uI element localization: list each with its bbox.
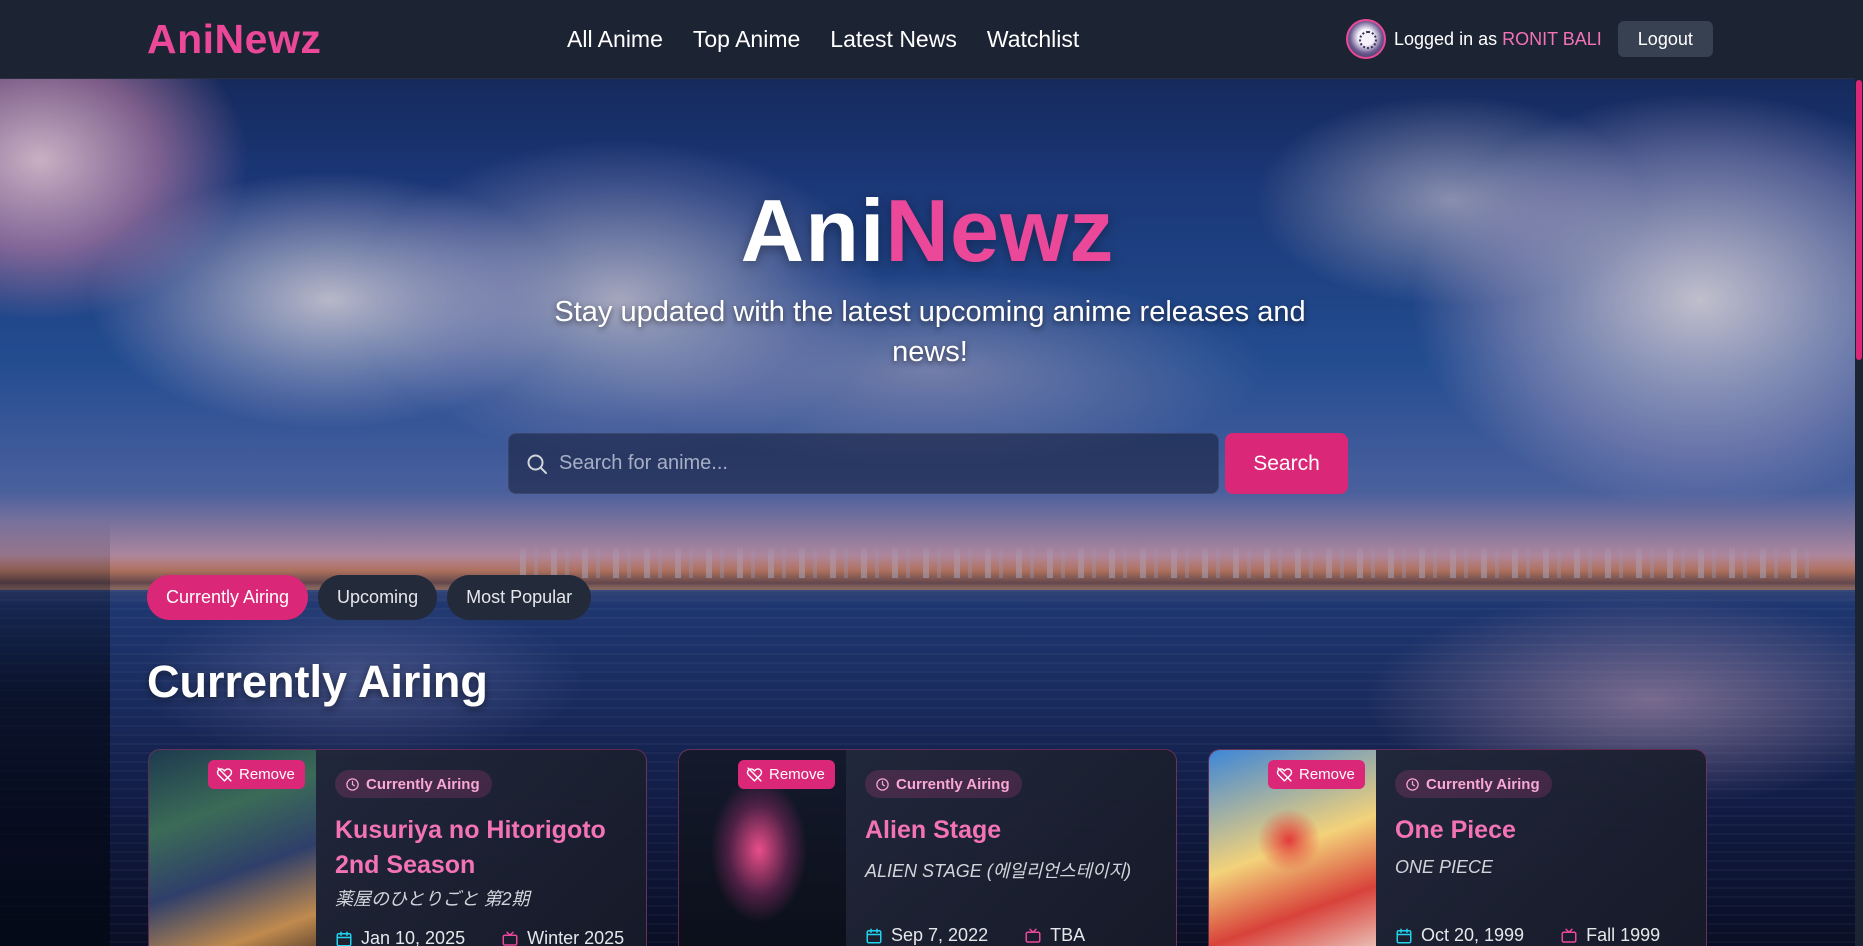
air-date: Jan 10, 2025 [335, 928, 465, 946]
tab-upcoming[interactable]: Upcoming [318, 575, 438, 620]
tv-icon [502, 931, 518, 946]
nav-link-latest-news[interactable]: Latest News [830, 26, 957, 53]
status-label: Currently Airing [1426, 775, 1540, 793]
hero-title-ani: Ani [740, 181, 886, 280]
anime-meta: Oct 20, 1999 Fall 1999 [1395, 925, 1660, 946]
hero-title: AniNewz [0, 180, 1855, 282]
anime-title[interactable]: One Piece [1395, 813, 1695, 848]
anime-card[interactable]: Remove Currently Airing Alien Stage ALIE… [678, 749, 1177, 946]
scrollbar-thumb[interactable] [1856, 80, 1862, 360]
remove-label: Remove [1299, 766, 1355, 783]
section-title: Currently Airing [147, 656, 488, 707]
remove-button[interactable]: Remove [738, 760, 835, 789]
season: Winter 2025 [501, 928, 624, 946]
season-value: Fall 1999 [1586, 925, 1661, 945]
air-date-value: Jan 10, 2025 [361, 928, 466, 946]
status-label: Currently Airing [366, 775, 480, 793]
season: TBA [1024, 925, 1085, 946]
remove-button[interactable]: Remove [208, 760, 305, 789]
nav-link-top-anime[interactable]: Top Anime [693, 26, 800, 53]
heart-off-icon [216, 767, 233, 782]
top-navbar: AniNewz All Anime Top Anime Latest News … [0, 0, 1863, 79]
clock-icon [876, 777, 889, 791]
nav-link-watchlist[interactable]: Watchlist [987, 26, 1079, 53]
tab-currently-airing[interactable]: Currently Airing [147, 575, 309, 620]
search-input[interactable] [559, 434, 1209, 493]
anime-card[interactable]: Remove Currently Airing One Piece ONE PI… [1208, 749, 1707, 946]
calendar-icon [866, 928, 882, 943]
remove-button[interactable]: Remove [1268, 760, 1365, 789]
brand-logo[interactable]: AniNewz [147, 16, 321, 63]
anime-card[interactable]: Remove Currently Airing Kusuriya no Hito… [148, 749, 647, 946]
avatar[interactable] [1346, 19, 1386, 59]
remove-label: Remove [239, 766, 295, 783]
search-icon [527, 454, 547, 474]
search-button[interactable]: Search [1225, 433, 1348, 494]
air-date: Oct 20, 1999 [1395, 925, 1524, 946]
nav-link-all-anime[interactable]: All Anime [567, 26, 663, 53]
category-tabs: Currently Airing Upcoming Most Popular [147, 575, 592, 620]
air-date-value: Oct 20, 1999 [1421, 925, 1525, 945]
status-badge: Currently Airing [1395, 770, 1552, 798]
username: RONIT BALI [1502, 28, 1602, 49]
calendar-icon [1396, 928, 1412, 943]
season: Fall 1999 [1560, 925, 1660, 946]
air-date-value: Sep 7, 2022 [891, 925, 989, 945]
tab-most-popular[interactable]: Most Popular [447, 575, 592, 620]
calendar-icon [336, 931, 352, 946]
status-label: Currently Airing [896, 775, 1010, 793]
hero-title-newz: Newz [885, 181, 1115, 280]
logged-in-label: Logged in as [1394, 28, 1498, 49]
search-box [508, 433, 1219, 494]
anime-meta: Jan 10, 2025 Winter 2025 [335, 928, 624, 946]
anime-title[interactable]: Alien Stage [865, 813, 1165, 848]
heart-off-icon [746, 767, 763, 782]
hero-subtitle: Stay updated with the latest upcoming an… [554, 296, 1306, 368]
season-value: TBA [1050, 925, 1086, 945]
logout-button[interactable]: Logout [1617, 21, 1713, 57]
tv-icon [1025, 928, 1041, 943]
anime-alt-title: 薬屋のひとりごと 第2期 [335, 889, 530, 909]
remove-label: Remove [769, 766, 825, 783]
status-badge: Currently Airing [865, 770, 1022, 798]
anime-meta: Sep 7, 2022 TBA [865, 925, 1085, 946]
season-value: Winter 2025 [527, 928, 625, 946]
main-nav: All Anime Top Anime Latest News Watchlis… [567, 26, 1079, 53]
user-box: Logged in as RONIT BALI Logout [1346, 19, 1713, 59]
anime-alt-title: ONE PIECE [1395, 857, 1494, 877]
clock-icon [1406, 777, 1419, 791]
air-date: Sep 7, 2022 [865, 925, 988, 946]
tv-icon [1561, 928, 1577, 943]
anime-title[interactable]: Kusuriya no Hitorigoto 2nd Season [335, 813, 635, 883]
heart-off-icon [1276, 767, 1293, 782]
clock-icon [346, 777, 359, 791]
anime-alt-title: ALIEN STAGE (에일리언스테이지) [865, 861, 1132, 881]
status-badge: Currently Airing [335, 770, 492, 798]
